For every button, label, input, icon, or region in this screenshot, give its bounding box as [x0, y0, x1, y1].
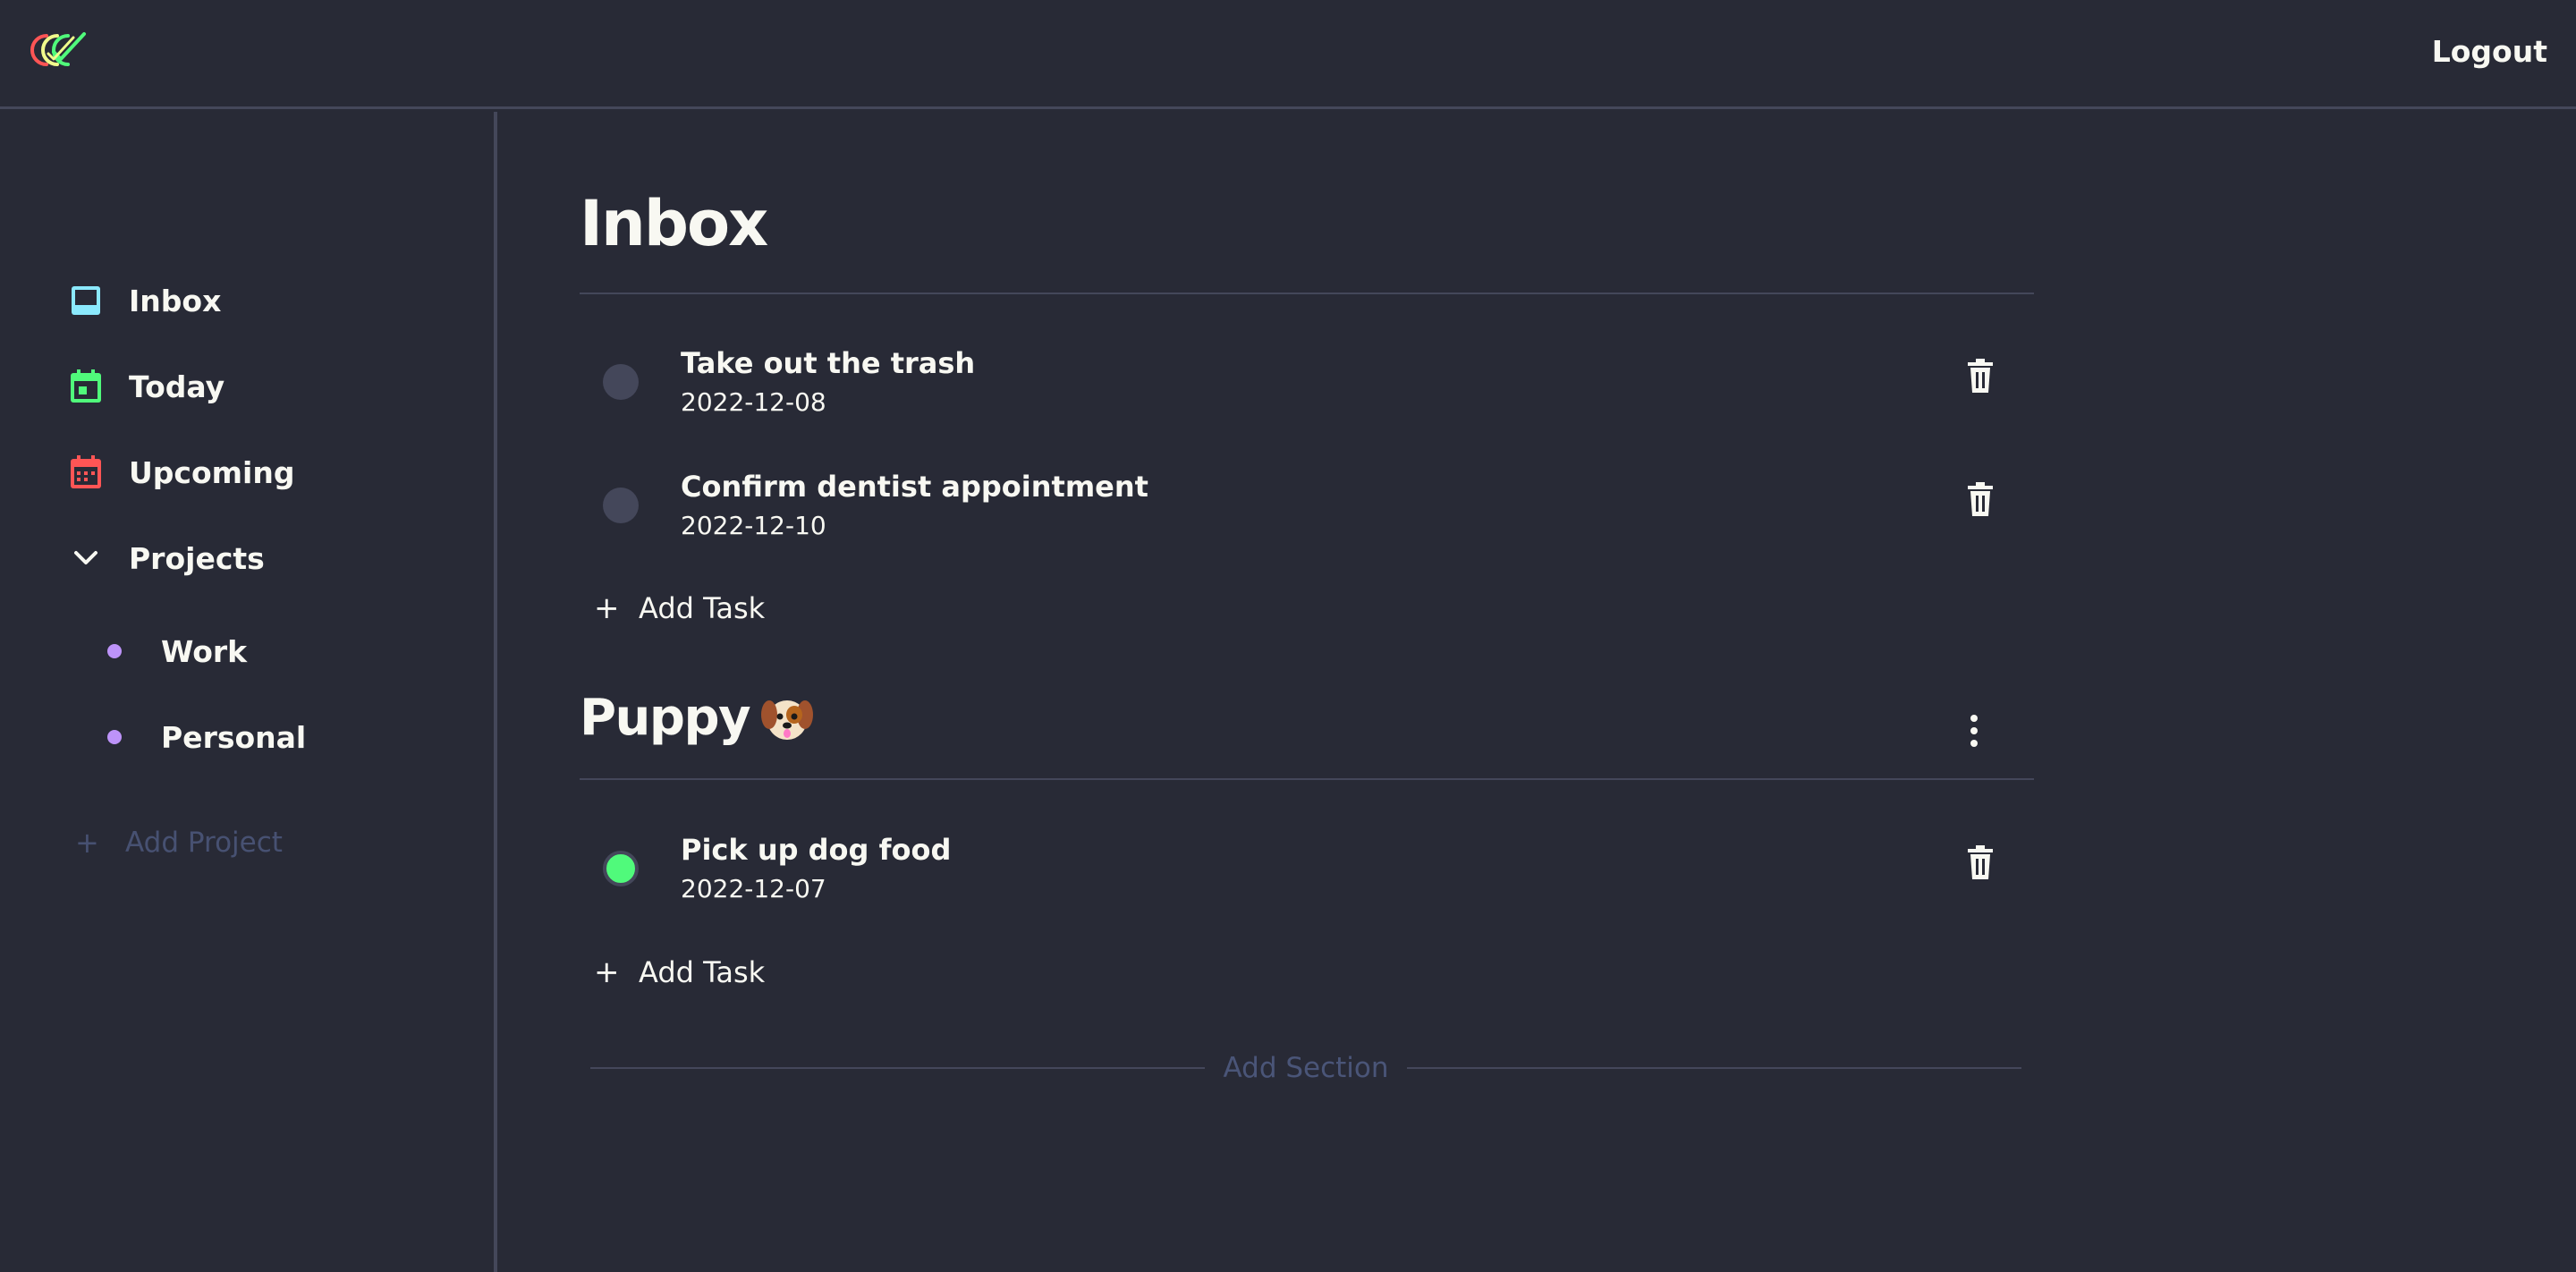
- project-color-dot: [107, 644, 122, 658]
- add-task-label: Add Task: [639, 591, 766, 625]
- task-title[interactable]: Take out the trash: [681, 346, 975, 380]
- section-title-text: Puppy: [580, 689, 751, 747]
- plus-icon: +: [594, 590, 620, 626]
- task-checkbox[interactable]: [603, 488, 639, 523]
- task-checkbox[interactable]: [603, 364, 639, 400]
- add-task-button[interactable]: + Add Task: [594, 953, 765, 992]
- task-date: 2022-12-10: [681, 511, 826, 540]
- task-checkbox-completed[interactable]: [603, 851, 639, 886]
- dog-face-icon: [760, 691, 814, 745]
- task-row: Take out the trash 2022-12-08: [580, 339, 2034, 428]
- sidebar-item-upcoming[interactable]: Upcoming: [68, 451, 294, 494]
- plus-icon: +: [594, 954, 620, 990]
- project-label: Personal: [161, 719, 307, 755]
- divider: [580, 778, 2034, 780]
- project-color-dot: [107, 730, 122, 744]
- sidebar: Inbox Today Upcoming Projects Work Perso…: [0, 112, 497, 1272]
- trash-icon[interactable]: [1964, 482, 1996, 518]
- add-section-button[interactable]: Add Section: [590, 1047, 2022, 1090]
- sidebar-item-label: Projects: [129, 540, 265, 576]
- add-project-button[interactable]: + Add Project: [75, 821, 283, 864]
- top-bar: Logout: [0, 0, 2576, 109]
- sidebar-item-label: Today: [129, 369, 225, 404]
- project-label: Work: [161, 633, 248, 669]
- task-row: Pick up dog food 2022-12-07: [580, 826, 2034, 915]
- divider-line: [1406, 1067, 2022, 1069]
- task-title[interactable]: Confirm dentist appointment: [681, 470, 1148, 504]
- project-item-work[interactable]: Work: [107, 630, 247, 673]
- page-title: Inbox: [580, 187, 768, 260]
- chevron-down-icon: [68, 540, 104, 576]
- task-title[interactable]: Pick up dog food: [681, 833, 951, 867]
- sidebar-item-label: Inbox: [129, 283, 222, 318]
- logout-button[interactable]: Logout: [2432, 34, 2547, 69]
- section-title: Puppy: [580, 689, 814, 747]
- divider-line: [590, 1067, 1206, 1069]
- add-task-label: Add Task: [639, 955, 766, 989]
- divider: [580, 293, 2034, 294]
- inbox-icon: [68, 283, 104, 318]
- app-logo-icon[interactable]: [27, 29, 88, 72]
- add-project-label: Add Project: [125, 827, 283, 859]
- sidebar-item-today[interactable]: Today: [68, 365, 225, 408]
- add-section-label: Add Section: [1223, 1052, 1389, 1084]
- sidebar-item-inbox[interactable]: Inbox: [68, 279, 221, 322]
- sidebar-item-label: Upcoming: [129, 454, 295, 490]
- section-menu-icon[interactable]: [1965, 711, 1983, 750]
- add-task-button[interactable]: + Add Task: [594, 589, 765, 628]
- trash-icon[interactable]: [1964, 845, 1996, 881]
- task-date: 2022-12-07: [681, 874, 826, 903]
- task-date: 2022-12-08: [681, 387, 826, 417]
- calendar-upcoming-icon: [68, 454, 104, 490]
- sidebar-item-projects[interactable]: Projects: [68, 537, 265, 580]
- task-row: Confirm dentist appointment 2022-12-10: [580, 462, 2034, 552]
- trash-icon[interactable]: [1964, 359, 1996, 394]
- plus-icon: +: [75, 826, 99, 860]
- calendar-today-icon: [68, 369, 104, 404]
- project-item-personal[interactable]: Personal: [107, 716, 306, 759]
